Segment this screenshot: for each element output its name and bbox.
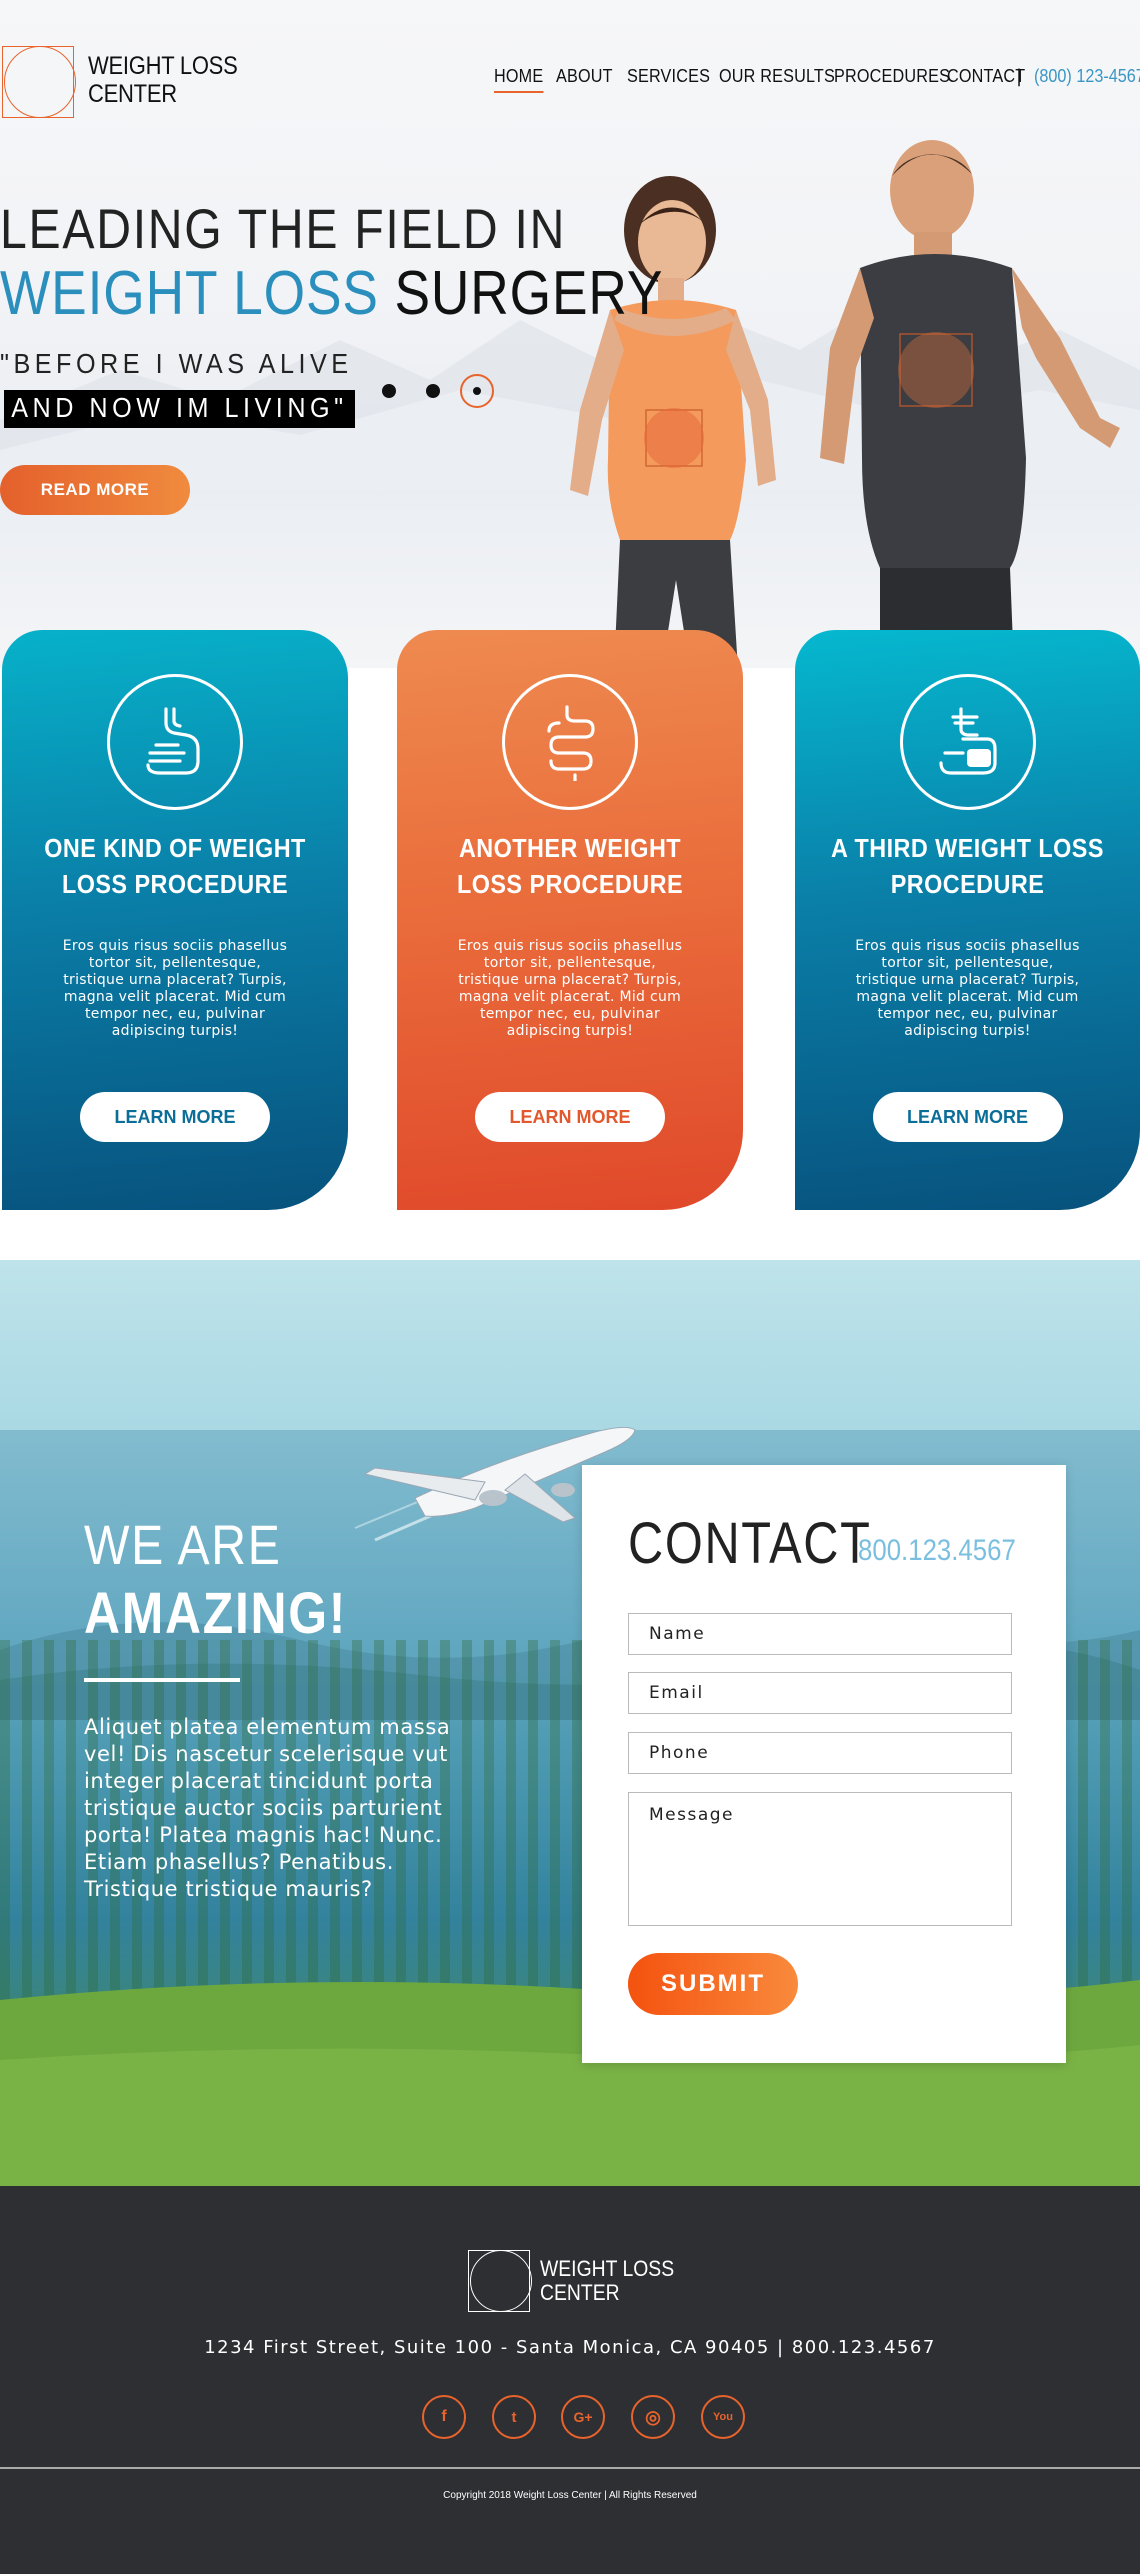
about-divider [84,1678,240,1682]
footer-address: 1234 First Street, Suite 100 - Santa Mon… [204,2337,936,2358]
submit-button[interactable]: SUBMIT [628,1953,798,2015]
hero-heading-line-2: WEIGHT LOSS SURGERY [0,258,663,329]
message-field[interactable] [628,1792,1012,1926]
logo-line-2: CENTER [88,80,177,108]
about-body: Aliquet platea elementum massa vel! Dis … [84,1715,451,1901]
youtube-icon[interactable]: You [701,2395,745,2439]
twitter-icon[interactable]: t [492,2395,536,2439]
hero-section: WEIGHT LOSS CENTER HOME ABOUT SERVICES O… [0,0,1140,668]
card-2-body: Eros quis risus sociis phasellus tortor … [457,938,683,1039]
footer-divider [0,2467,1140,2469]
card-2-learn-more-button[interactable]: LEARN MORE [475,1092,665,1142]
about-heading-line-1: WE ARE [84,1513,282,1576]
footer-logo-line-1: WEIGHT LOSS [540,2256,675,2281]
nav-phone-link[interactable]: (800) 123-4567 [1034,66,1140,87]
card-3-body: Eros quis risus sociis phasellus tortor … [855,938,1080,1039]
footer-logo-line-2: CENTER [540,2280,620,2305]
nav-procedures[interactable]: PROCEDURES [834,66,950,87]
procedure-card-3: A THIRD WEIGHT LOSS PROCEDURE Eros quis … [795,630,1140,1210]
procedure-card-1: ONE KIND OF WEIGHT LOSS PROCEDURE Eros q… [2,630,348,1210]
hero-heading-suffix: SURGERY [394,259,664,328]
card-1-learn-more-button[interactable]: LEARN MORE [80,1092,270,1142]
instagram-icon[interactable]: ◎ [631,2395,675,2439]
google-plus-icon[interactable]: G+ [561,2395,605,2439]
hero-quote-line-2: AND NOW IM LIVING" [4,390,355,428]
nav-services[interactable]: SERVICES [627,66,710,87]
name-field[interactable] [628,1613,1012,1655]
email-field[interactable] [628,1672,1012,1714]
hero-quote-line-1: "BEFORE I WAS ALIVE [0,348,353,379]
nav-contact[interactable]: CONTACT [947,66,1025,87]
slider-dot-2[interactable] [426,384,440,398]
nav-home[interactable]: HOME [494,66,544,93]
nav-about[interactable]: ABOUT [556,66,613,87]
about-heading-line-2: AMAZING! [84,1581,348,1646]
footer-logo-circle [470,2250,532,2312]
nav-our-results[interactable]: OUR RESULTS [719,66,835,87]
hero-heading-highlight: WEIGHT LOSS [0,259,379,328]
site-logo[interactable]: WEIGHT LOSS CENTER [88,52,238,108]
nav-separator: | [1016,66,1023,87]
card-3-learn-more-button[interactable]: LEARN MORE [872,1092,1063,1142]
stomach-icon [107,674,243,810]
woman-runner-image [570,176,776,668]
card-1-title: ONE KIND OF WEIGHT LOSS PROCEDURE [44,833,306,899]
procedure-card-2: ANOTHER WEIGHT LOSS PROCEDURE Eros quis … [397,630,743,1210]
slider-dot-3-active[interactable] [460,374,494,408]
card-1-body: Eros quis risus sociis phasellus tortor … [62,938,288,1039]
read-more-button[interactable]: READ MORE [0,465,190,515]
hero-heading-line-1: LEADING THE FIELD IN [0,197,567,260]
logo-circle [4,46,76,118]
logo-line-1: WEIGHT LOSS [88,52,238,80]
footer-copyright: Copyright 2018 Weight Loss Center | All … [443,2490,697,2501]
card-3-title: A THIRD WEIGHT LOSS PROCEDURE [831,833,1104,899]
contact-phone-link[interactable]: 800.123.4567 [858,1534,1016,1568]
footer [0,2186,1140,2574]
footer-logo[interactable]: WEIGHT LOSS CENTER [540,2257,674,2305]
slider-dot-1[interactable] [382,384,396,398]
intestine-icon [502,674,638,810]
contact-title: CONTACT [628,1511,872,1576]
phone-field[interactable] [628,1732,1012,1774]
man-runner-image [820,140,1120,668]
gastric-band-icon [899,674,1036,810]
card-2-title: ANOTHER WEIGHT LOSS PROCEDURE [456,833,684,899]
facebook-icon[interactable]: f [422,2395,466,2439]
